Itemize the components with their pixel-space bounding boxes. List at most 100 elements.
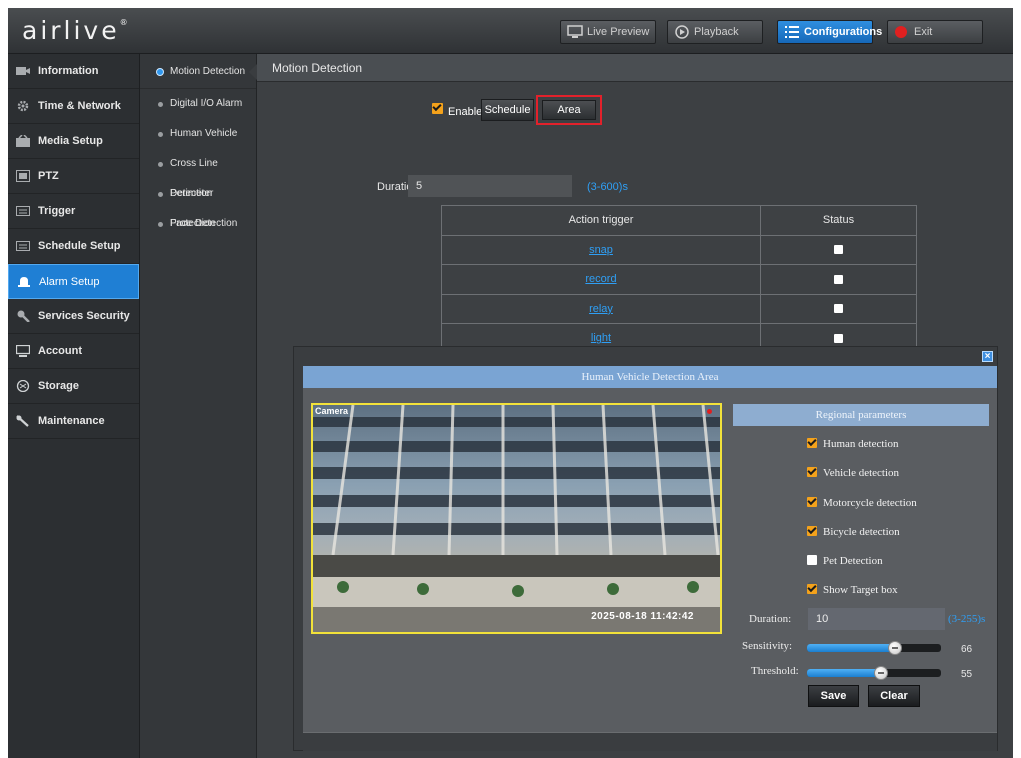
submenu-item-motion-detection[interactable]: Motion Detection bbox=[140, 54, 257, 89]
column-header-status: Status bbox=[759, 205, 918, 236]
bullet-icon bbox=[158, 162, 163, 167]
sidebar-item-alarm-setup[interactable]: Alarm Setup bbox=[8, 264, 139, 299]
duration-input[interactable] bbox=[408, 175, 572, 197]
submenu-item-digital-io-alarm[interactable]: Digital I/O Alarm bbox=[140, 89, 256, 119]
sidebar-item-ptz[interactable]: PTZ bbox=[8, 159, 139, 194]
power-icon bbox=[895, 26, 907, 38]
sidebar: Information Time & Network Media Setup P… bbox=[8, 54, 140, 758]
sidebar-item-information[interactable]: Information bbox=[8, 54, 139, 89]
status-checkbox-relay[interactable] bbox=[833, 304, 843, 314]
record-indicator-icon bbox=[707, 409, 712, 414]
media-icon bbox=[16, 135, 30, 147]
sensitivity-handle[interactable] bbox=[888, 641, 902, 655]
motorcycle-detection-checkbox[interactable] bbox=[807, 497, 817, 507]
ptz-icon bbox=[16, 170, 30, 182]
trigger-icon bbox=[16, 206, 30, 216]
monitor-icon bbox=[16, 345, 30, 357]
clear-button[interactable]: Clear bbox=[868, 685, 920, 707]
schedule-button[interactable]: Schedule bbox=[481, 99, 534, 121]
region-duration-input[interactable] bbox=[808, 608, 945, 630]
status-checkbox-record[interactable] bbox=[833, 274, 843, 284]
threshold-value: 55 bbox=[961, 669, 973, 680]
playback-button[interactable]: Playback bbox=[667, 20, 763, 44]
sidebar-item-services-security[interactable]: Services Security bbox=[8, 299, 139, 334]
trigger-link-snap[interactable]: snap bbox=[589, 244, 613, 256]
sidebar-item-storage[interactable]: Storage bbox=[8, 369, 139, 404]
camera-preview[interactable]: Camera 2025-08-18 11:42:42 bbox=[311, 403, 722, 634]
table-row: relay bbox=[441, 293, 918, 324]
app-window: airlive® Live Preview Playback Configura… bbox=[8, 8, 1013, 758]
enable-label: Enable bbox=[448, 106, 483, 118]
sidebar-item-trigger[interactable]: Trigger bbox=[8, 194, 139, 229]
dialog-title: Human Vehicle Detection Area bbox=[303, 366, 997, 388]
bicycle-detection-checkbox[interactable] bbox=[807, 526, 817, 536]
human-detection-checkbox[interactable] bbox=[807, 438, 817, 448]
status-checkbox-snap[interactable] bbox=[833, 245, 843, 255]
submenu-item-human-vehicle[interactable]: Human Vehicle bbox=[140, 119, 256, 149]
area-button-highlight: Area bbox=[536, 95, 602, 125]
duration-range: (3-600)s bbox=[587, 181, 628, 193]
alarm-submenu: Motion Detection Digital I/O Alarm Human… bbox=[140, 54, 257, 758]
sidebar-item-account[interactable]: Account bbox=[8, 334, 139, 369]
submenu-item-cross-line-detection[interactable]: Cross Line Detection bbox=[140, 149, 256, 199]
live-preview-button[interactable]: Live Preview bbox=[560, 20, 656, 44]
enable-checkbox[interactable] bbox=[432, 102, 443, 114]
sensitivity-fill bbox=[807, 644, 895, 652]
top-header: airlive® Live Preview Playback Configura… bbox=[8, 8, 1013, 54]
enable-row: Enable bbox=[432, 102, 482, 124]
vehicle-detection-checkbox[interactable] bbox=[807, 467, 817, 477]
column-header-action-trigger: Action trigger bbox=[441, 205, 761, 236]
submenu-item-perimeter-protection[interactable]: Perimeter Protection bbox=[140, 179, 256, 229]
status-checkbox-light[interactable] bbox=[833, 333, 843, 343]
sensitivity-slider[interactable] bbox=[807, 641, 941, 655]
bullet-icon bbox=[158, 222, 163, 227]
trigger-link-light[interactable]: light bbox=[591, 332, 611, 344]
bullet-icon bbox=[158, 102, 163, 107]
sidebar-item-schedule-setup[interactable]: Schedule Setup bbox=[8, 229, 139, 264]
sidebar-item-maintenance[interactable]: Maintenance bbox=[8, 404, 139, 439]
threshold-handle[interactable] bbox=[874, 666, 888, 680]
storage-icon bbox=[16, 380, 30, 392]
threshold-fill bbox=[807, 669, 881, 677]
threshold-label: Threshold: bbox=[751, 665, 799, 677]
pet-detection-checkbox[interactable] bbox=[807, 555, 817, 565]
camera-icon bbox=[16, 67, 30, 75]
trigger-link-relay[interactable]: relay bbox=[589, 303, 613, 315]
monitor-icon bbox=[567, 25, 583, 38]
playback-icon bbox=[675, 25, 689, 39]
table-row: record bbox=[441, 264, 918, 295]
list-icon bbox=[785, 26, 799, 38]
threshold-slider[interactable] bbox=[807, 666, 941, 680]
sensitivity-value: 66 bbox=[961, 644, 973, 655]
bullet-icon bbox=[158, 132, 163, 137]
bullet-icon bbox=[158, 192, 163, 197]
sensitivity-label: Sensitivity: bbox=[742, 640, 793, 652]
bullet-icon bbox=[156, 68, 164, 76]
detection-area-dialog: × Human Vehicle Detection Area Camera 20… bbox=[293, 346, 998, 751]
page-title: Motion Detection bbox=[257, 54, 1013, 82]
trigger-link-record[interactable]: record bbox=[585, 273, 616, 285]
exit-button[interactable]: Exit bbox=[887, 20, 983, 44]
save-button[interactable]: Save bbox=[808, 685, 859, 707]
table-header-row: Action trigger Status bbox=[441, 205, 918, 236]
wrench-key-icon bbox=[17, 310, 30, 322]
region-duration-range: (3-255)s bbox=[948, 613, 986, 625]
camera-timestamp: 2025-08-18 11:42:42 bbox=[591, 611, 694, 622]
camera-label: Camera bbox=[315, 406, 349, 416]
region-duration-label: Duration: bbox=[749, 613, 792, 625]
submenu-item-face-detection[interactable]: Face Detection bbox=[140, 209, 256, 239]
sidebar-item-time-network[interactable]: Time & Network bbox=[8, 89, 139, 124]
brand-logo: airlive® bbox=[22, 16, 131, 45]
wrench-icon bbox=[16, 415, 29, 427]
alarm-bell-icon bbox=[18, 277, 30, 287]
schedule-icon bbox=[16, 241, 30, 251]
sidebar-item-media-setup[interactable]: Media Setup bbox=[8, 124, 139, 159]
configurations-button[interactable]: Configurations bbox=[777, 20, 882, 44]
area-button[interactable]: Area bbox=[542, 100, 596, 120]
building-image bbox=[313, 405, 720, 632]
table-row: snap bbox=[441, 234, 918, 265]
regional-parameters-title: Regional parameters bbox=[733, 404, 989, 426]
show-target-box-checkbox[interactable] bbox=[807, 584, 817, 594]
gear-icon bbox=[17, 100, 29, 112]
close-icon[interactable]: × bbox=[982, 351, 993, 362]
